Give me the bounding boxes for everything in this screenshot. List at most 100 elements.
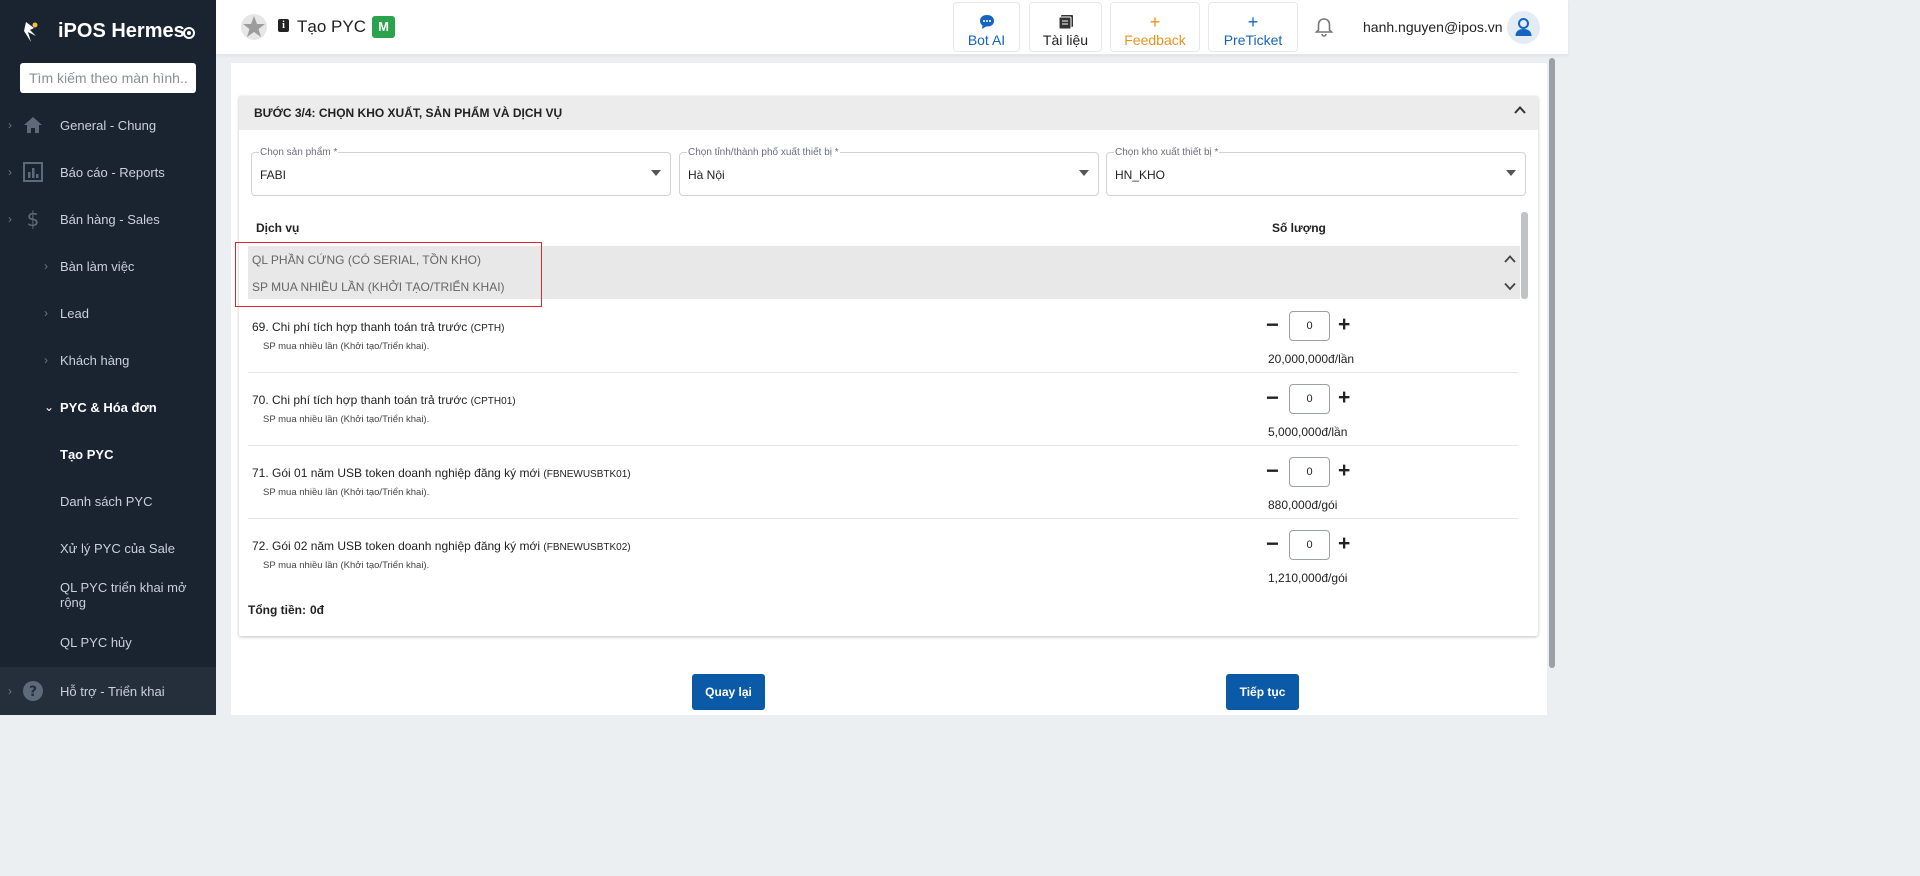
decrease-button[interactable]: − [1266, 460, 1279, 482]
sidebar-item-pyc-invoice[interactable]: ⌄ PYC & Hóa đơn [0, 387, 216, 427]
service-name: 71. Gói 01 năm USB token doanh nghiệp đă… [252, 466, 541, 480]
sidebar-item-label: Danh sách PYC [60, 493, 153, 509]
topbar: i Tạo PYC M Bot AI Tài liệu + Feedback +… [216, 0, 1568, 55]
product-select[interactable]: Chọn sản phẩm * FABI [251, 147, 671, 196]
sidebar-item-pyc-expansion[interactable]: QL PYC triển khai mở rộng [0, 575, 216, 615]
chevron-right-icon: › [44, 353, 48, 367]
row-divider [248, 445, 1518, 446]
service-code: (CPTH01) [470, 396, 516, 407]
total-value: 0đ [310, 603, 325, 617]
column-header-quantity: Số lượng [1272, 221, 1326, 235]
decrease-button[interactable]: − [1266, 314, 1279, 336]
sidebar-item-lead[interactable]: › Lead [0, 293, 216, 333]
help-icon: ? [23, 681, 43, 701]
sidebar-item-customers[interactable]: › Khách hàng [0, 340, 216, 380]
sidebar-item-reports[interactable]: › Báo cáo - Reports [0, 152, 216, 192]
bot-ai-button[interactable]: Bot AI [953, 2, 1020, 52]
sidebar-item-label: PYC & Hóa đơn [60, 399, 157, 415]
chevron-right-icon: › [8, 118, 12, 132]
increase-button[interactable]: + [1338, 314, 1350, 335]
star-icon[interactable] [240, 13, 268, 41]
sidebar-item-sale-pyc[interactable]: Xử lý PYC của Sale [0, 528, 216, 568]
dollar-icon: $ [27, 208, 40, 230]
highlight-box [235, 242, 542, 307]
chevron-right-icon: › [8, 212, 12, 226]
svg-text:?: ? [29, 684, 37, 700]
increase-button[interactable]: + [1338, 460, 1350, 481]
step-title: BƯỚC 3/4: CHỌN KHO XUẤT, SẢN PHẨM VÀ DỊC… [254, 106, 563, 120]
decrease-button[interactable]: − [1266, 387, 1279, 409]
search-input[interactable] [20, 63, 196, 93]
sidebar-item-create-pyc[interactable]: Tạo PYC [0, 434, 216, 474]
continue-button[interactable]: Tiếp tục [1226, 674, 1299, 710]
page-title: Tạo PYC [297, 17, 366, 36]
page-scrollbar-thumb[interactable] [1549, 58, 1555, 668]
report-icon [23, 162, 43, 182]
plus-icon: + [1247, 12, 1259, 32]
dropdown-arrow-icon [1079, 170, 1089, 176]
sidebar: iPOS Hermes › General - Chung › Báo cáo … [0, 0, 216, 715]
quantity-input[interactable]: 0 [1289, 311, 1330, 341]
service-price: 20,000,000đ/lần [1268, 352, 1355, 366]
sidebar-item-label: QL PYC triển khai mở rộng [60, 580, 187, 610]
preticket-button[interactable]: + PreTicket [1208, 2, 1298, 52]
sidebar-item-label: Lead [60, 305, 89, 321]
logo-icon [24, 22, 38, 42]
warehouse-select[interactable]: Chọn kho xuất thiết bị * HN_KHO [1106, 147, 1526, 196]
service-category: SP mua nhiều lần (Khởi tạo/Triển khai). [263, 414, 430, 425]
increase-button[interactable]: + [1338, 533, 1350, 554]
service-title: 71. Gói 01 năm USB token doanh nghiệp đă… [252, 466, 631, 480]
brand[interactable]: iPOS Hermes [0, 0, 216, 58]
sidebar-item-label: Báo cáo - Reports [60, 164, 165, 180]
decrease-button[interactable]: − [1266, 533, 1279, 555]
info-icon[interactable]: i [278, 19, 289, 32]
quantity-input[interactable]: 0 [1289, 457, 1330, 487]
chevron-up-icon[interactable] [1513, 104, 1527, 116]
back-button[interactable]: Quay lại [692, 674, 765, 710]
user-email[interactable]: hanh.nguyen@ipos.vn [1363, 19, 1503, 35]
sidebar-item-pyc-cancel[interactable]: QL PYC hủy [0, 622, 216, 662]
radio-icon[interactable] [183, 27, 195, 39]
chevron-right-icon: › [8, 684, 12, 698]
chevron-right-icon: › [44, 306, 48, 320]
sidebar-item-support[interactable]: › ? Hỗ trợ - Triển khai [0, 667, 216, 715]
plus-icon: + [1149, 12, 1161, 32]
feedback-button[interactable]: + Feedback [1110, 2, 1200, 52]
service-name: 70. Chi phí tích hợp thanh toán trả trướ… [252, 393, 468, 407]
chevron-up-icon[interactable] [1503, 253, 1517, 265]
service-category: SP mua nhiều lần (Khởi tạo/Triển khai). [263, 560, 430, 571]
list-scrollbar-thumb[interactable] [1521, 212, 1528, 299]
bell-icon[interactable] [1313, 16, 1335, 38]
service-category: SP mua nhiều lần (Khởi tạo/Triển khai). [263, 341, 430, 352]
sidebar-item-pyc-list[interactable]: Danh sách PYC [0, 481, 216, 521]
increase-button[interactable]: + [1338, 387, 1350, 408]
chevron-down-icon: ⌄ [44, 400, 55, 414]
dropdown-arrow-icon [1506, 170, 1516, 176]
service-category: SP mua nhiều lần (Khởi tạo/Triển khai). [263, 487, 430, 498]
quantity-input[interactable]: 0 [1289, 384, 1330, 414]
sidebar-item-label: Bàn làm việc [60, 258, 135, 274]
app-name: iPOS Hermes [58, 20, 185, 42]
service-title: 72. Gói 02 năm USB token doanh nghiệp đă… [252, 539, 631, 553]
mode-badge: M [372, 16, 395, 38]
svg-text:$: $ [27, 208, 40, 230]
user-icon [1515, 18, 1532, 36]
province-select[interactable]: Chọn tỉnh/thành phố xuất thiết bị * Hà N… [679, 147, 1099, 196]
sidebar-item-general[interactable]: › General - Chung [0, 105, 216, 145]
docs-button[interactable]: Tài liệu [1029, 2, 1102, 52]
service-price: 880,000đ/gói [1268, 498, 1338, 512]
total-label: Tổng tiền: [248, 603, 306, 617]
service-title: 70. Chi phí tích hợp thanh toán trả trướ… [252, 393, 516, 407]
warehouse-select-label: Chọn kho xuất thiết bị * [1114, 147, 1220, 158]
sidebar-item-label: QL PYC hủy [60, 634, 132, 650]
quantity-input[interactable]: 0 [1289, 530, 1330, 560]
feedback-label: Feedback [1124, 32, 1186, 48]
sidebar-item-label: Xử lý PYC của Sale [60, 540, 175, 556]
chevron-right-icon: › [44, 259, 48, 273]
avatar[interactable] [1507, 11, 1540, 44]
chevron-down-icon[interactable] [1503, 280, 1517, 292]
service-title: 69. Chi phí tích hợp thanh toán trả trướ… [252, 320, 504, 334]
sidebar-item-workspace[interactable]: › Bàn làm việc [0, 246, 216, 286]
sidebar-item-sales[interactable]: › $ Bán hàng - Sales [0, 199, 216, 239]
service-price: 1,210,000đ/gói [1268, 571, 1348, 585]
